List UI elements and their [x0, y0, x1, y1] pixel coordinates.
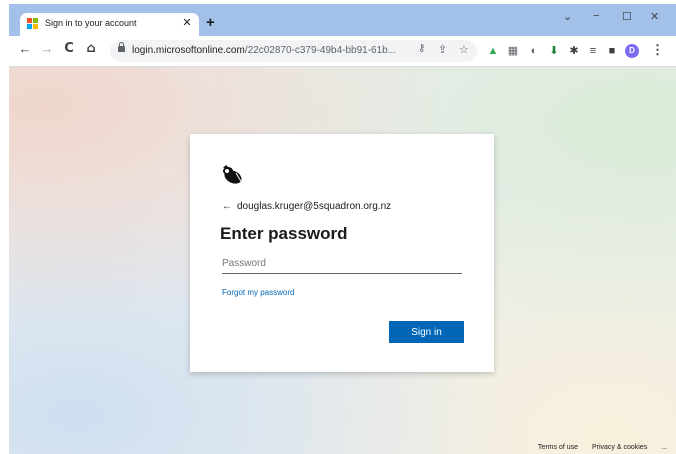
page-title: Enter password	[220, 224, 348, 243]
minimize-button[interactable]: −	[593, 10, 599, 22]
password-field[interactable]	[222, 253, 462, 274]
terms-of-use-link[interactable]: Terms of use	[538, 444, 578, 451]
account-email: douglas.kruger@5squadron.org.nz	[237, 201, 392, 212]
key-icon[interactable]: ⚷	[418, 43, 425, 54]
menu-icon[interactable]: ⋮	[651, 42, 664, 58]
page-background: ← douglas.kruger@5squadron.org.nz Enter p…	[9, 67, 676, 454]
reload-button[interactable]: C	[61, 41, 77, 56]
more-options-button[interactable]: ...	[661, 444, 667, 451]
footer: Terms of use Privacy & cookies ...	[526, 444, 667, 451]
address-bar[interactable]: login.microsoftonline.com/22c02870-c379-…	[110, 40, 477, 62]
forward-button[interactable]: →	[39, 41, 55, 56]
browser-tab[interactable]: Sign in to your account ✕	[20, 13, 199, 36]
extensions-puzzle-icon[interactable]: ✱	[568, 45, 580, 57]
reading-list-icon[interactable]: ≡	[587, 45, 599, 57]
avatar[interactable]: D	[625, 44, 639, 58]
sign-in-button[interactable]: Sign in	[389, 321, 464, 343]
bookmark-star-icon[interactable]: ☆	[459, 43, 469, 56]
side-panel-icon[interactable]: ■	[606, 45, 618, 57]
new-tab-button[interactable]: +	[206, 15, 215, 30]
tab-title: Sign in to your account	[45, 18, 137, 28]
extension-icon[interactable]: ◐	[528, 45, 540, 57]
org-logo-icon	[223, 165, 243, 184]
forgot-password-link[interactable]: Forgot my password	[222, 288, 294, 297]
sign-in-card: ← douglas.kruger@5squadron.org.nz Enter p…	[190, 134, 494, 372]
back-arrow-icon: ←	[222, 201, 232, 212]
url-domain: login.microsoftonline.com	[132, 45, 245, 56]
privacy-cookies-link[interactable]: Privacy & cookies	[592, 444, 647, 451]
back-to-email-link[interactable]: ← douglas.kruger@5squadron.org.nz	[222, 201, 391, 212]
url-text: login.microsoftonline.com/22c02870-c379-…	[132, 45, 396, 56]
title-bar: Sign in to your account ✕ + ⌄ − ☐ ✕	[9, 4, 676, 36]
share-icon[interactable]: ⇪	[438, 43, 447, 56]
lock-icon[interactable]	[118, 42, 125, 52]
tab-close-icon[interactable]: ✕	[180, 16, 194, 29]
extension-icon[interactable]: ▦	[507, 45, 519, 57]
close-window-button[interactable]: ✕	[650, 10, 659, 23]
url-path: /22c02870-c379-49b4-bb91-61b...	[244, 45, 397, 56]
maximize-button[interactable]: ☐	[622, 10, 632, 23]
browser-window: Sign in to your account ✕ + ⌄ − ☐ ✕ ← → …	[9, 4, 676, 454]
microsoft-logo-icon	[27, 18, 38, 29]
browser-toolbar: ← → C ⌂ login.microsoftonline.com/22c028…	[9, 36, 676, 67]
tab-search-icon[interactable]: ⌄	[563, 10, 572, 23]
home-button[interactable]: ⌂	[83, 41, 99, 56]
google-drive-icon[interactable]: ▲	[487, 45, 499, 57]
back-button[interactable]: ←	[17, 41, 33, 56]
download-icon[interactable]: ⬇	[548, 45, 560, 57]
